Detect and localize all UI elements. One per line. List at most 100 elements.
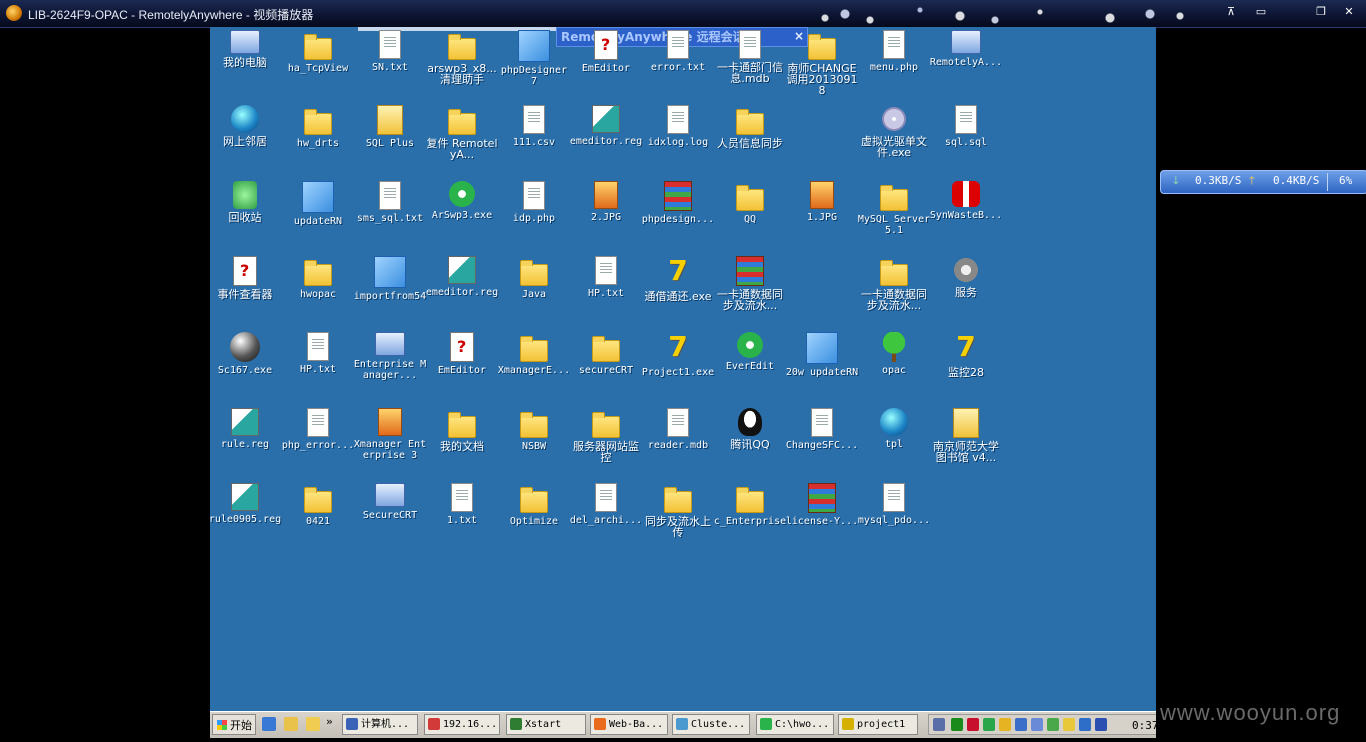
desktop-icon[interactable]: ChangeSFC... bbox=[784, 408, 860, 451]
desktop-icon[interactable]: idxlog.log bbox=[640, 105, 716, 148]
desktop-icon[interactable]: 1.JPG bbox=[784, 181, 860, 223]
quicklaunch-overflow-icon[interactable]: » bbox=[326, 715, 336, 729]
desktop-icon[interactable]: 我的文档 bbox=[424, 408, 500, 452]
desktop-icon[interactable]: hwopac bbox=[280, 256, 356, 300]
desktop-icon[interactable]: 0421 bbox=[280, 483, 356, 527]
desktop-icon[interactable]: 南京师范大学图书馆 v4... bbox=[928, 408, 1004, 463]
task-web-browser[interactable]: Web-Ba... bbox=[590, 714, 668, 735]
desktop-icon[interactable]: Optimize bbox=[496, 483, 572, 527]
desktop-icon[interactable]: phpDesigner 7 bbox=[496, 30, 572, 87]
desktop-icon[interactable]: rule.reg bbox=[210, 408, 283, 450]
restore-button[interactable]: ▭ bbox=[1252, 4, 1270, 20]
desktop-icon[interactable]: c_Enterprise bbox=[712, 483, 788, 527]
desktop-icon[interactable]: SecureCRT bbox=[352, 483, 428, 521]
tray-user-icon[interactable] bbox=[933, 718, 945, 731]
desktop-icon[interactable]: tpl bbox=[856, 408, 932, 450]
desktop-icon[interactable]: sql.sql bbox=[928, 105, 1004, 148]
tray-window-icon[interactable] bbox=[1079, 718, 1091, 731]
folder-quicklaunch-icon[interactable] bbox=[306, 717, 320, 731]
desktop-icon[interactable]: 7 Project1.exe bbox=[640, 332, 716, 379]
desktop-icon[interactable]: phpdesign... bbox=[640, 181, 716, 225]
desktop-icon[interactable]: importfrom54 bbox=[352, 256, 428, 302]
desktop-icon[interactable]: ha_TcpView bbox=[280, 30, 356, 74]
desktop-icon[interactable]: EmEditor bbox=[568, 30, 644, 74]
desktop-icon[interactable]: HP.txt bbox=[280, 332, 356, 375]
desktop-icon[interactable]: EverEdit bbox=[712, 332, 788, 372]
task-cluster[interactable]: Cluste... bbox=[672, 714, 750, 735]
tray-network-icon[interactable] bbox=[1015, 718, 1027, 731]
desktop-icon[interactable]: error.txt bbox=[640, 30, 716, 73]
desktop-icon[interactable]: 一卡通部门信息.mdb bbox=[712, 30, 788, 84]
desktop-icon[interactable]: RemotelyA... bbox=[928, 30, 1004, 68]
maximize-button[interactable]: ❐ bbox=[1312, 4, 1330, 20]
tray-shield-icon[interactable] bbox=[1063, 718, 1075, 731]
desktop-icon[interactable]: license-Y... bbox=[784, 483, 860, 527]
remote-desktop[interactable]: RemotelyAnywhere 远程会话 × 我的电脑 ha_TcpView SN… bbox=[210, 27, 1156, 711]
desktop-icon[interactable]: SynWasteB... bbox=[928, 181, 1004, 221]
desktop-icon[interactable]: 7 通借通还.exe bbox=[640, 256, 716, 303]
desktop-icon[interactable]: 20w updateRN bbox=[784, 332, 860, 378]
desktop-icon[interactable]: 1.txt bbox=[424, 483, 500, 526]
desktop-icon[interactable]: mysql_pdo... bbox=[856, 483, 932, 526]
desktop-icon[interactable]: Java bbox=[496, 256, 572, 300]
desktop-icon[interactable]: Sc167.exe bbox=[210, 332, 283, 376]
desktop-icon[interactable]: rule0905.reg bbox=[210, 483, 283, 525]
desktop-icon[interactable]: 复件 RemotelyA... bbox=[424, 105, 500, 160]
desktop-icon[interactable]: opac bbox=[856, 332, 932, 376]
desktop-icon[interactable]: Enterprise Manager... bbox=[352, 332, 428, 381]
task-project1[interactable]: project1 bbox=[838, 714, 918, 735]
ie-quicklaunch-icon[interactable] bbox=[262, 717, 276, 731]
task-computer-mgmt[interactable]: 计算机... bbox=[342, 714, 418, 735]
explorer-quicklaunch-icon[interactable] bbox=[284, 717, 298, 731]
task-remote-192[interactable]: 192.16... bbox=[424, 714, 500, 735]
desktop-icon[interactable]: 网上邻居 bbox=[210, 105, 283, 147]
tray-green-icon[interactable] bbox=[951, 718, 963, 731]
tray-flag-icon[interactable] bbox=[967, 718, 979, 731]
desktop-icon[interactable]: 腾讯QQ bbox=[712, 408, 788, 450]
tray-tools-icon[interactable] bbox=[999, 718, 1011, 731]
desktop-icon[interactable]: QQ bbox=[712, 181, 788, 225]
tray-antivirus-icon[interactable] bbox=[1095, 718, 1107, 731]
tray-share-icon[interactable] bbox=[1047, 718, 1059, 731]
desktop-icon[interactable]: menu.php bbox=[856, 30, 932, 73]
desktop-icon[interactable]: updateRN bbox=[280, 181, 356, 227]
network-speed-widget[interactable]: 🡓 0.3KB/S 🡑 0.4KB/S 6% bbox=[1160, 170, 1366, 194]
task-xstart[interactable]: Xstart bbox=[506, 714, 586, 735]
tray-leaf-icon[interactable] bbox=[983, 718, 995, 731]
desktop-icon[interactable]: NSBW bbox=[496, 408, 572, 452]
desktop-icon[interactable]: arswp3_x8...清理助手 bbox=[424, 30, 500, 85]
desktop-icon[interactable]: SN.txt bbox=[352, 30, 428, 73]
desktop-icon[interactable]: XmanagerE... bbox=[496, 332, 572, 376]
desktop-icon[interactable]: 人员信息同步 bbox=[712, 105, 788, 149]
desktop-icon[interactable]: HP.txt bbox=[568, 256, 644, 299]
desktop-icon[interactable]: del_archi... bbox=[568, 483, 644, 526]
minimize-to-tray-button[interactable]: ⊼ bbox=[1222, 4, 1240, 20]
task-explorer-path[interactable]: C:\hwo... bbox=[756, 714, 834, 735]
desktop-icon[interactable]: idp.php bbox=[496, 181, 572, 224]
desktop-icon[interactable]: 服务 bbox=[928, 256, 1004, 298]
desktop-icon[interactable]: SQL Plus bbox=[352, 105, 428, 149]
desktop-icon[interactable]: ArSwp3.exe bbox=[424, 181, 500, 221]
desktop-icon[interactable]: php_error... bbox=[280, 408, 356, 451]
desktop-icon[interactable]: 我的电脑 bbox=[210, 30, 283, 68]
desktop-icon[interactable]: 同步及流水上传 bbox=[640, 483, 716, 538]
desktop-icon[interactable]: secureCRT bbox=[568, 332, 644, 376]
desktop-icon[interactable]: 事件查看器 bbox=[210, 256, 283, 300]
desktop-icon[interactable]: MySQL Server 5.1 bbox=[856, 181, 932, 236]
tray-monitor-icon[interactable] bbox=[1031, 718, 1043, 731]
desktop-icon[interactable]: EmEditor bbox=[424, 332, 500, 376]
desktop-icon[interactable]: emeditor.reg bbox=[568, 105, 644, 147]
start-button[interactable]: 开始 bbox=[212, 714, 256, 735]
desktop-icon[interactable]: 2.JPG bbox=[568, 181, 644, 223]
desktop-icon[interactable]: 南师CHANGE调用20130918 bbox=[784, 30, 860, 96]
desktop-icon[interactable]: sms_sql.txt bbox=[352, 181, 428, 224]
desktop-icon[interactable]: 7 监控28 bbox=[928, 332, 1004, 379]
desktop-icon[interactable]: 一卡通数据同步及流水... bbox=[712, 256, 788, 311]
desktop-icon[interactable]: hw_drts bbox=[280, 105, 356, 149]
desktop-icon[interactable]: 回收站 bbox=[210, 181, 283, 223]
close-button[interactable]: ✕ bbox=[1340, 4, 1358, 20]
desktop-icon[interactable]: 虚拟光驱单文件.exe bbox=[856, 105, 932, 158]
taskbar-clock[interactable]: 0:37 bbox=[1132, 719, 1159, 732]
desktop-icon[interactable]: 111.csv bbox=[496, 105, 572, 148]
desktop-icon[interactable]: 服务器网站监控 bbox=[568, 408, 644, 463]
